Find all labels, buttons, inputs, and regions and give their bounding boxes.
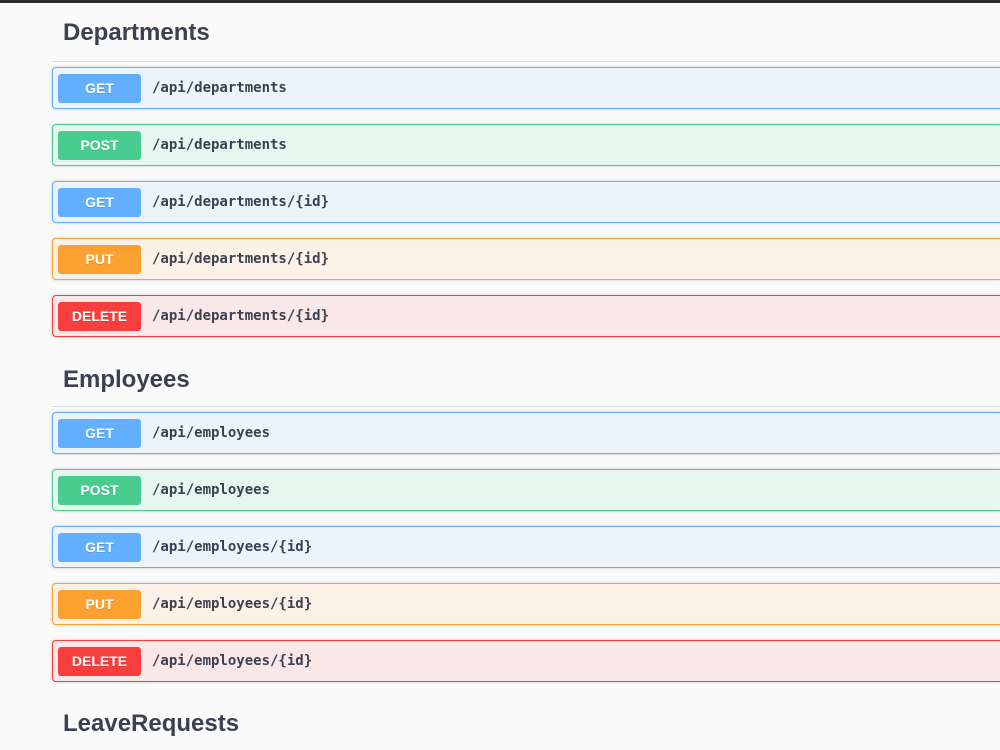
- operation-path: /api/departments/{id}: [152, 251, 330, 267]
- operations-list: GET /api/departments POST /api/departmen…: [52, 62, 1000, 337]
- method-badge: POST: [58, 130, 141, 160]
- operation-path: /api/employees: [152, 482, 271, 498]
- api-operations-list: Departments GET /api/departments POST /a…: [52, 3, 1000, 749]
- operation-path: /api/departments: [152, 137, 287, 153]
- tag-title: LeaveRequests: [63, 710, 240, 737]
- method-badge: PUT: [58, 244, 141, 274]
- method-badge: GET: [58, 418, 141, 448]
- tag-header-employees[interactable]: Employees: [52, 352, 1000, 407]
- operation-post-employees[interactable]: POST /api/employees: [52, 469, 1000, 511]
- tag-header-leaverequests[interactable]: LeaveRequests: [52, 697, 1000, 749]
- tag-section-employees: Employees GET /api/employees POST /api/e…: [52, 352, 1000, 682]
- method-badge: GET: [58, 187, 141, 217]
- method-badge: GET: [58, 73, 141, 103]
- operation-get-employees[interactable]: GET /api/employees: [52, 412, 1000, 454]
- method-badge: PUT: [58, 589, 141, 619]
- operation-put-department-by-id[interactable]: PUT /api/departments/{id}: [52, 238, 1000, 280]
- operation-get-employee-by-id[interactable]: GET /api/employees/{id}: [52, 526, 1000, 568]
- operation-post-departments[interactable]: POST /api/departments: [52, 124, 1000, 166]
- method-badge: GET: [58, 532, 141, 562]
- operation-path: /api/employees/{id}: [152, 539, 313, 555]
- method-badge: POST: [58, 475, 141, 505]
- operation-path: /api/employees/{id}: [152, 596, 313, 612]
- operation-delete-department-by-id[interactable]: DELETE /api/departments/{id}: [52, 295, 1000, 337]
- operation-path: /api/departments/{id}: [152, 194, 330, 210]
- operation-get-departments[interactable]: GET /api/departments: [52, 67, 1000, 109]
- tag-title: Employees: [63, 366, 190, 393]
- operations-list: GET /api/employees POST /api/employees G…: [52, 407, 1000, 682]
- operation-put-employee-by-id[interactable]: PUT /api/employees/{id}: [52, 583, 1000, 625]
- operation-path: /api/employees: [152, 425, 271, 441]
- tag-section-leaverequests: LeaveRequests: [52, 697, 1000, 749]
- method-badge: DELETE: [58, 301, 141, 331]
- tag-header-departments[interactable]: Departments: [52, 3, 1000, 62]
- tag-title: Departments: [63, 19, 210, 46]
- method-badge: DELETE: [58, 646, 141, 676]
- operation-path: /api/employees/{id}: [152, 653, 313, 669]
- tag-section-departments: Departments GET /api/departments POST /a…: [52, 3, 1000, 337]
- operation-path: /api/departments: [152, 80, 287, 96]
- operation-path: /api/departments/{id}: [152, 308, 330, 324]
- operation-get-department-by-id[interactable]: GET /api/departments/{id}: [52, 181, 1000, 223]
- operation-delete-employee-by-id[interactable]: DELETE /api/employees/{id}: [52, 640, 1000, 682]
